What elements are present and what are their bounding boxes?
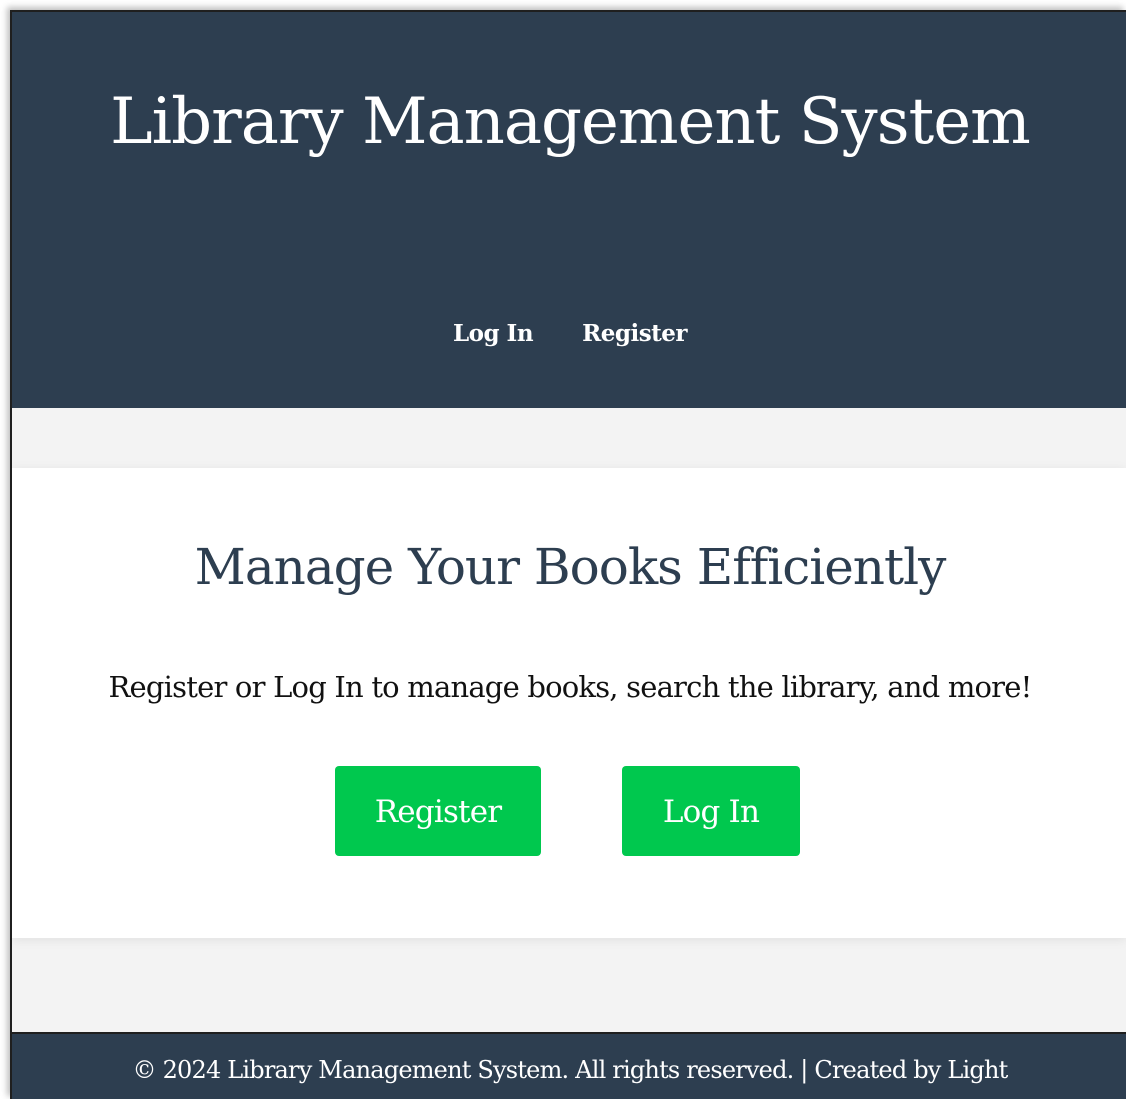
main-navigation: Log In Register [12,317,1126,351]
login-button[interactable]: Log In [622,766,800,856]
footer-copyright: © 2024 Library Management System. All ri… [132,1056,1009,1084]
site-header: Library Management System Log In Registe… [12,12,1126,408]
nav-register-link[interactable]: Register [582,317,687,351]
site-footer: © 2024 Library Management System. All ri… [12,1032,1126,1099]
hero-subtitle: Register or Log In to manage books, sear… [108,670,1033,704]
browser-viewport: Library Management System Log In Registe… [10,10,1126,1099]
register-button[interactable]: Register [335,766,541,856]
site-title: Library Management System [110,85,1031,159]
hero-title: Manage Your Books Efficiently [194,538,947,596]
nav-login-link[interactable]: Log In [453,317,534,351]
page-frame: Library Management System Log In Registe… [0,0,1126,1099]
